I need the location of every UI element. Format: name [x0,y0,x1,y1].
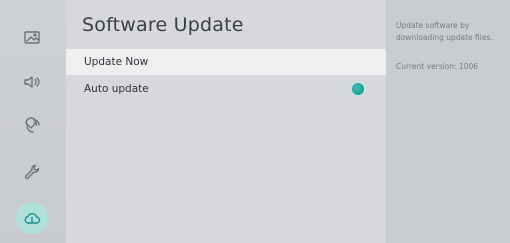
settings-panel: Software Update Update Now Auto update [66,0,386,243]
auto-update-label: Auto update [84,83,149,95]
sidebar [0,0,66,243]
update-now-item[interactable]: Update Now [66,49,386,75]
wrench-icon [24,164,40,180]
sidebar-item-broadcasting[interactable] [16,111,48,143]
help-description: Update software by downloading update fi… [396,21,493,42]
picture-icon [24,31,40,44]
sidebar-item-picture[interactable] [16,22,48,54]
auto-update-item[interactable]: Auto update [66,76,386,102]
sidebar-item-support[interactable] [16,202,48,234]
info-panel: Update software by downloading update fi… [386,0,510,243]
page-title: Software Update [82,14,244,36]
support-cloud-icon [24,213,41,224]
sound-icon [24,76,40,88]
sidebar-item-sound[interactable] [16,66,48,98]
update-now-label: Update Now [84,56,149,68]
auto-update-toggle[interactable] [352,83,364,95]
broadcasting-icon [25,117,40,133]
current-version-text: Current version: 1006 [396,62,479,71]
sidebar-item-general[interactable] [16,156,48,188]
